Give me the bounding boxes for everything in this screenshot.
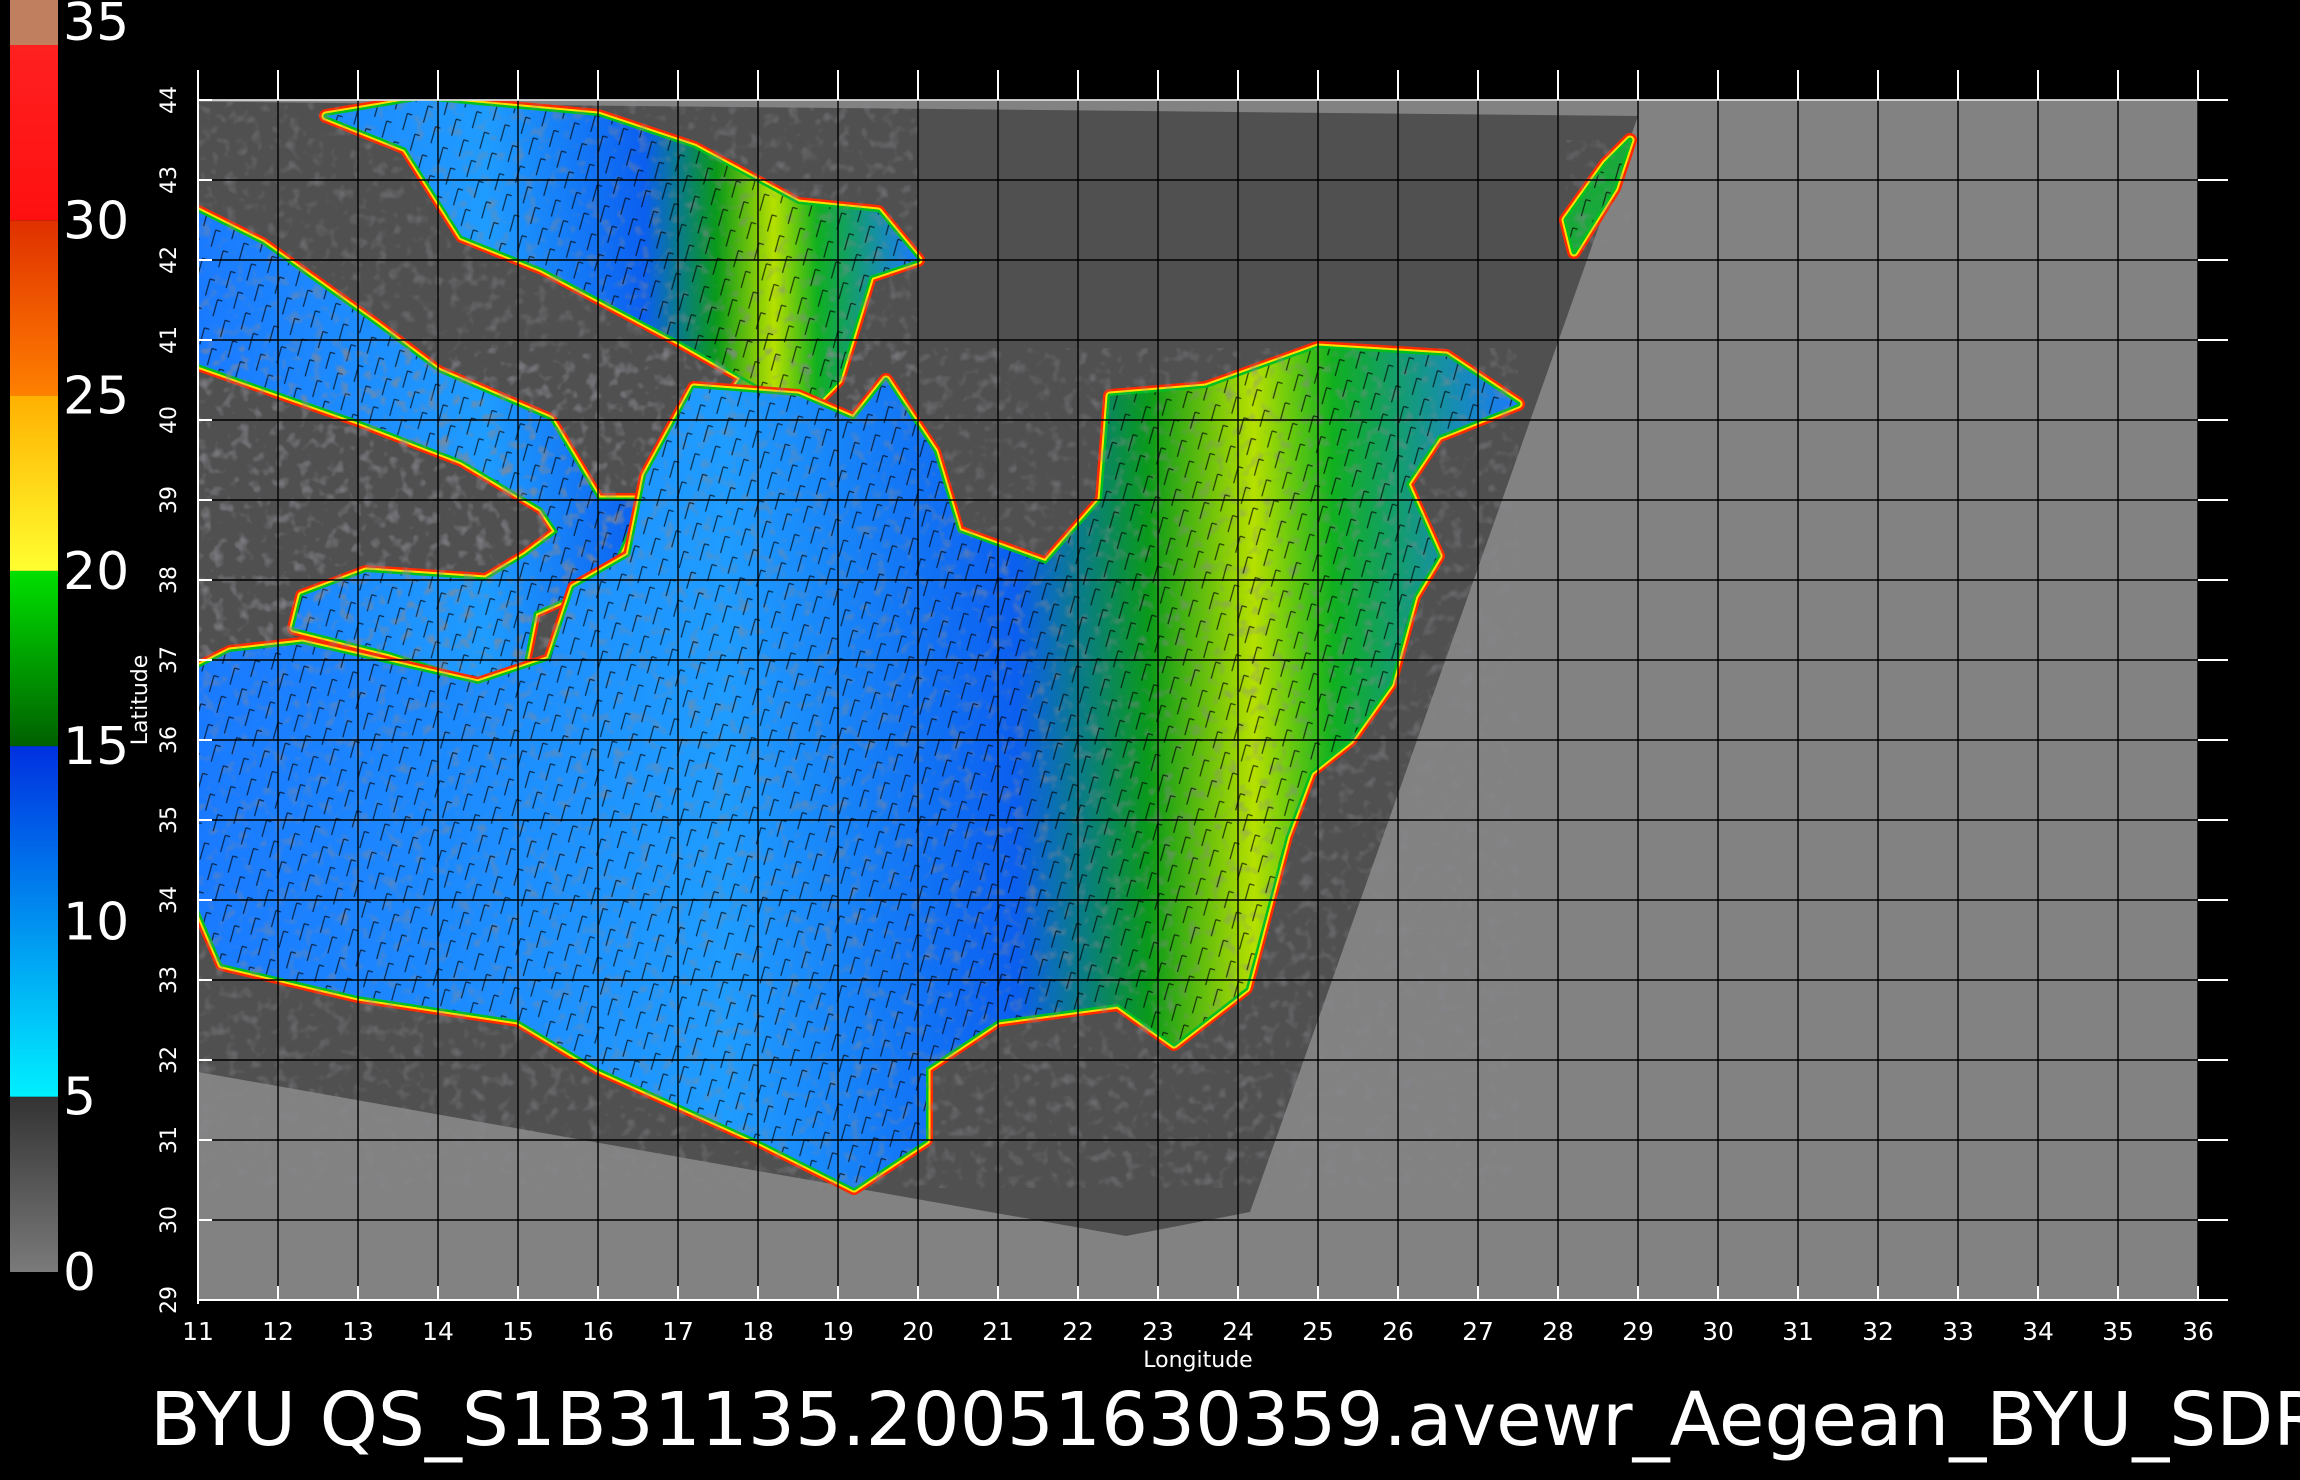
colorbar-tick-label: 0 [63, 1243, 96, 1303]
x-tick-label: 16 [582, 1317, 614, 1346]
x-tick-label: 30 [1702, 1317, 1734, 1346]
colorbar-segment [10, 746, 58, 1097]
colorbar-tick-label: 35 [63, 0, 129, 53]
y-tick-label: 42 [157, 246, 182, 274]
colorbar-tick-label: 5 [63, 1068, 96, 1128]
x-tick-label: 28 [1542, 1317, 1574, 1346]
x-tick-label: 22 [1062, 1317, 1094, 1346]
colorbar-segment [10, 45, 58, 221]
x-tick-label: 14 [422, 1317, 454, 1346]
y-tick-label: 37 [157, 646, 182, 674]
colorbar-segment [10, 1096, 58, 1272]
colorbar-tick-label: 20 [63, 542, 129, 602]
x-tick-label: 21 [982, 1317, 1014, 1346]
y-tick-label: 44 [157, 86, 182, 114]
y-tick-label: 36 [157, 726, 182, 754]
colorbar-top-cap [10, 0, 58, 45]
colorbar-segment [10, 570, 58, 747]
x-tick-label: 12 [262, 1317, 294, 1346]
y-tick-label: 35 [157, 806, 182, 834]
x-tick-label: 34 [2022, 1317, 2054, 1346]
x-tick-label: 29 [1622, 1317, 1654, 1346]
x-tick-label: 25 [1302, 1317, 1334, 1346]
y-tick-label: 40 [157, 406, 182, 434]
x-tick-label: 13 [342, 1317, 374, 1346]
scatterometer-map-figure: 0 5 10 15 20 25 30 35 11 12 13 14 15 16 17 18 19 20 21 22 2… [0, 0, 2300, 1480]
x-tick-label: 24 [1222, 1317, 1254, 1346]
y-axis-label: Latitude [128, 655, 153, 746]
colorbar-segment [10, 395, 58, 571]
x-tick-label: 31 [1782, 1317, 1814, 1346]
x-tick-label: 20 [902, 1317, 934, 1346]
y-tick-label: 38 [157, 566, 182, 594]
x-tick-label: 32 [1862, 1317, 1894, 1346]
x-tick-label: 11 [182, 1317, 214, 1346]
x-tick-label: 15 [502, 1317, 534, 1346]
x-tick-label: 26 [1382, 1317, 1414, 1346]
colorbar-tick-label: 15 [63, 717, 129, 777]
x-tick-label: 36 [2182, 1317, 2214, 1346]
x-tick-label: 33 [1942, 1317, 1974, 1346]
colorbar-segment [10, 220, 58, 396]
x-tick-label: 23 [1142, 1317, 1174, 1346]
y-tick-label: 31 [157, 1126, 182, 1154]
y-tick-label: 32 [157, 1046, 182, 1074]
y-tick-label: 29 [157, 1286, 182, 1314]
colorbar-tick-label: 25 [63, 367, 129, 427]
colorbar-tick-label: 10 [63, 892, 129, 952]
y-tick-label: 41 [157, 326, 182, 354]
y-tick-label: 34 [157, 886, 182, 914]
x-tick-label: 18 [742, 1317, 774, 1346]
y-tick-label: 30 [157, 1206, 182, 1234]
colorbar-tick-label: 30 [63, 191, 129, 251]
x-tick-label: 19 [822, 1317, 854, 1346]
x-tick-label: 27 [1462, 1317, 1494, 1346]
y-tick-label: 39 [157, 486, 182, 514]
y-tick-label: 33 [157, 966, 182, 994]
y-tick-label: 43 [157, 166, 182, 194]
x-tick-label: 17 [662, 1317, 694, 1346]
map-area: 11 12 13 14 15 16 17 18 19 20 21 22 23 24 25 26 27 28 29 30… [157, 70, 2228, 1346]
x-tick-label: 35 [2102, 1317, 2134, 1346]
footer-title: BYU QS_S1B31135.20051630359.avewr_Aegean… [150, 1377, 2300, 1463]
